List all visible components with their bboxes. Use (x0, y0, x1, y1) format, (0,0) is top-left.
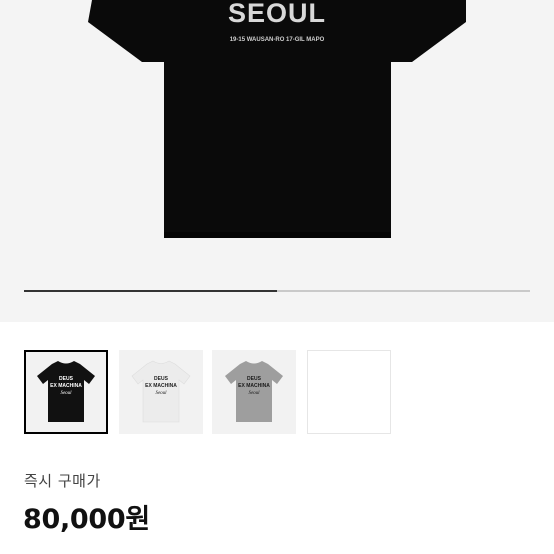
instant-buy-label: 즉시 구매가 (24, 472, 101, 490)
tshirt-thumbnail-icon: DEUS EX MACHINA Seoul (225, 361, 283, 422)
gallery-progress-bar (24, 290, 530, 292)
svg-text:EX MACHINA: EX MACHINA (50, 383, 82, 389)
thumbnail-3[interactable]: DEUS EX MACHINA Seoul (212, 350, 296, 434)
svg-text:EX MACHINA: EX MACHINA (238, 383, 270, 389)
thumbnail-1[interactable]: DEUS EX MACHINA Seoul (24, 350, 108, 434)
svg-text:Seoul: Seoul (155, 391, 167, 396)
shirt-print-address: 19-15 WAUSAN-RO 17-GIL MAPO (230, 37, 325, 43)
product-image[interactable]: SEOUL 19-15 WAUSAN-RO 17-GIL MAPO (0, 0, 554, 322)
gallery-progress-fill (24, 290, 277, 292)
tshirt-image: SEOUL 19-15 WAUSAN-RO 17-GIL MAPO (88, 0, 466, 238)
tshirt-thumbnail-icon: DEUS EX MACHINA Seoul (131, 360, 191, 423)
thumbnail-4[interactable] (307, 350, 391, 434)
thumbnail-strip: DEUS EX MACHINA Seoul DEUS EX MACHINA Se… (24, 350, 530, 436)
instant-buy-price: 80,000원 (23, 504, 150, 535)
shirt-print-seoul: SEOUL (228, 0, 326, 28)
tshirt-body (88, 0, 466, 238)
svg-text:Seoul: Seoul (248, 391, 260, 396)
svg-text:DEUS: DEUS (59, 376, 74, 382)
svg-text:Seoul: Seoul (60, 391, 72, 396)
thumbnail-2[interactable]: DEUS EX MACHINA Seoul (119, 350, 203, 434)
svg-text:EX MACHINA: EX MACHINA (145, 383, 177, 389)
svg-text:DEUS: DEUS (154, 376, 169, 382)
tshirt-thumbnail-icon: DEUS EX MACHINA Seoul (37, 361, 95, 422)
svg-text:DEUS: DEUS (247, 376, 262, 382)
